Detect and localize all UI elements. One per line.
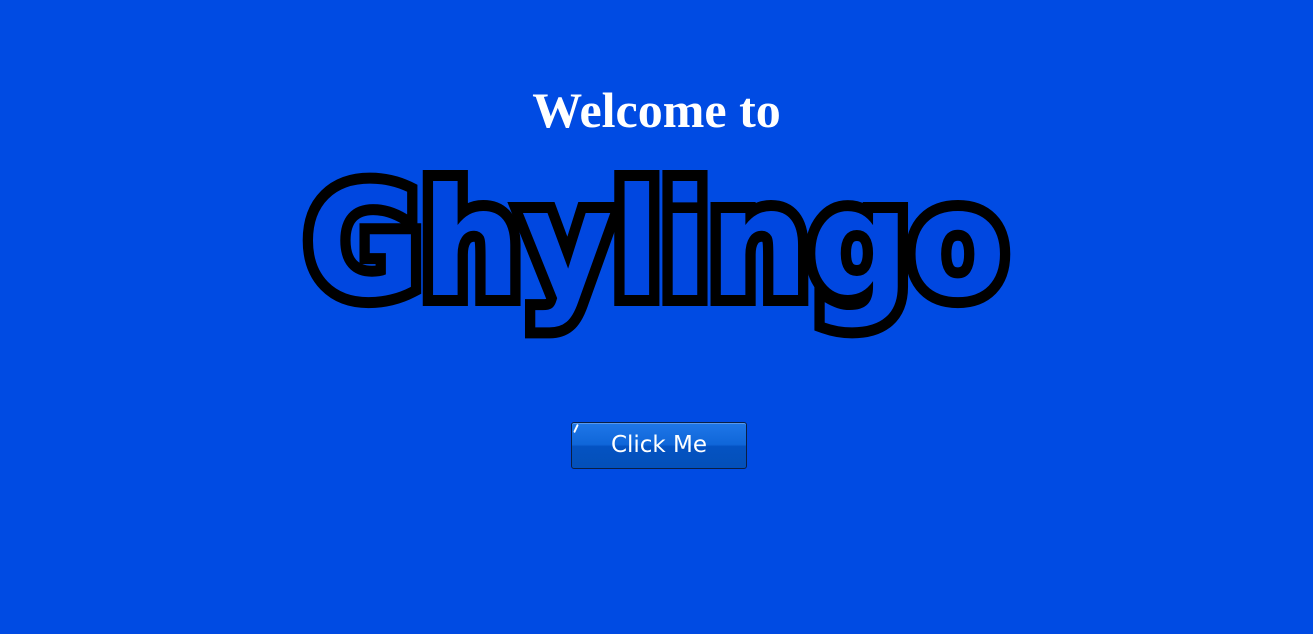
click-me-label: Click Me xyxy=(610,432,708,458)
logo: Ghylingo xyxy=(0,160,1313,360)
button-glint xyxy=(573,423,579,434)
logo-text: Ghylingo xyxy=(306,160,1006,331)
click-me-button[interactable]: Click Me xyxy=(571,422,747,469)
logo-wordmark: Ghylingo xyxy=(295,160,1017,342)
welcome-heading: Welcome to xyxy=(532,82,781,138)
